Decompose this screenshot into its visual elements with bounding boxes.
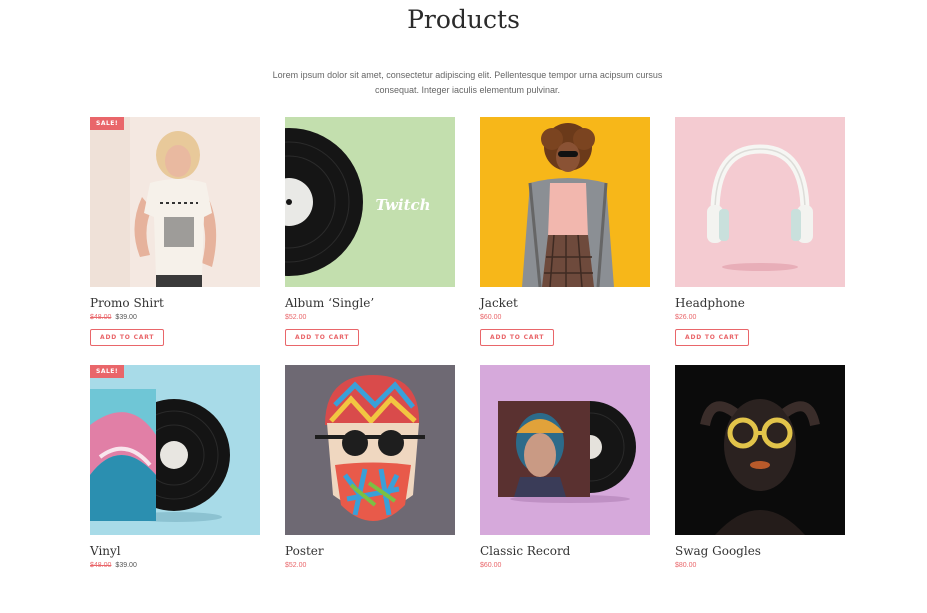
add-to-cart-button[interactable]: ADD TO CART — [90, 329, 165, 346]
product-image-swag-googles[interactable] — [675, 365, 845, 535]
product-image-poster[interactable] — [285, 365, 455, 535]
product-name[interactable]: Album ‘Single’ — [285, 296, 455, 310]
price-row: $48.00 $39.00 — [90, 562, 260, 572]
product-card: Swag Googles $80.00 — [675, 365, 845, 613]
sale-badge: SALE! — [90, 365, 125, 378]
product-image-album-single[interactable]: Twitch — [285, 117, 455, 287]
current-price: $39.00 — [115, 314, 137, 321]
add-to-cart-button[interactable]: ADD TO CART — [480, 329, 555, 346]
product-grid: SALE! Promo Shirt $48.00 $39.00 ADD TO CA… — [90, 117, 845, 613]
current-price: $26.00 — [675, 314, 697, 321]
product-name[interactable]: Vinyl — [90, 544, 260, 558]
product-image-jacket[interactable] — [480, 117, 650, 287]
product-card: Jacket $60.00 ADD TO CART — [480, 117, 650, 365]
price-row: $52.00 — [285, 562, 455, 572]
product-card: Classic Record $60.00 — [480, 365, 650, 613]
old-price: $48.00 — [90, 562, 112, 569]
current-price: $60.00 — [480, 562, 502, 569]
old-price: $48.00 — [90, 314, 112, 321]
add-to-cart-button[interactable]: ADD TO CART — [675, 329, 750, 346]
product-card: Twitch Album ‘Single’ $52.00 ADD TO CART — [285, 117, 455, 365]
product-name[interactable]: Poster — [285, 544, 455, 558]
page-description: Lorem ipsum dolor sit amet, consectetur … — [272, 70, 663, 95]
product-image-headphone[interactable] — [675, 117, 845, 287]
product-card: Poster $52.00 — [285, 365, 455, 613]
product-name[interactable]: Swag Googles — [675, 544, 845, 558]
product-name[interactable]: Classic Record — [480, 544, 650, 558]
product-image-vinyl[interactable]: SALE! — [90, 365, 260, 535]
current-price: $52.00 — [285, 562, 307, 569]
price-row: $48.00 $39.00 — [90, 314, 260, 324]
current-price: $80.00 — [675, 562, 697, 569]
sale-badge: SALE! — [90, 117, 125, 130]
current-price: $52.00 — [285, 314, 307, 321]
product-name[interactable]: Headphone — [675, 296, 845, 310]
product-card: SALE! Promo Shirt $48.00 $39.00 ADD TO CA… — [90, 117, 260, 365]
product-card: Headphone $26.00 ADD TO CART — [675, 117, 845, 365]
page-title: Products — [407, 5, 520, 34]
product-image-classic-record[interactable] — [480, 365, 650, 535]
price-row: $26.00 — [675, 314, 845, 324]
product-name[interactable]: Jacket — [480, 296, 650, 310]
price-row: $52.00 — [285, 314, 455, 324]
current-price: $39.00 — [115, 562, 137, 569]
product-card: SALE! Vinyl $48.00 $39.00 — [90, 365, 260, 613]
product-name[interactable]: Promo Shirt — [90, 296, 260, 310]
current-price: $60.00 — [480, 314, 502, 321]
price-row: $60.00 — [480, 314, 650, 324]
add-to-cart-button[interactable]: ADD TO CART — [285, 329, 360, 346]
price-row: $80.00 — [675, 562, 845, 572]
price-row: $60.00 — [480, 562, 650, 572]
svg-text:Twitch: Twitch — [375, 196, 430, 214]
product-image-promo-shirt[interactable]: SALE! — [90, 117, 260, 287]
